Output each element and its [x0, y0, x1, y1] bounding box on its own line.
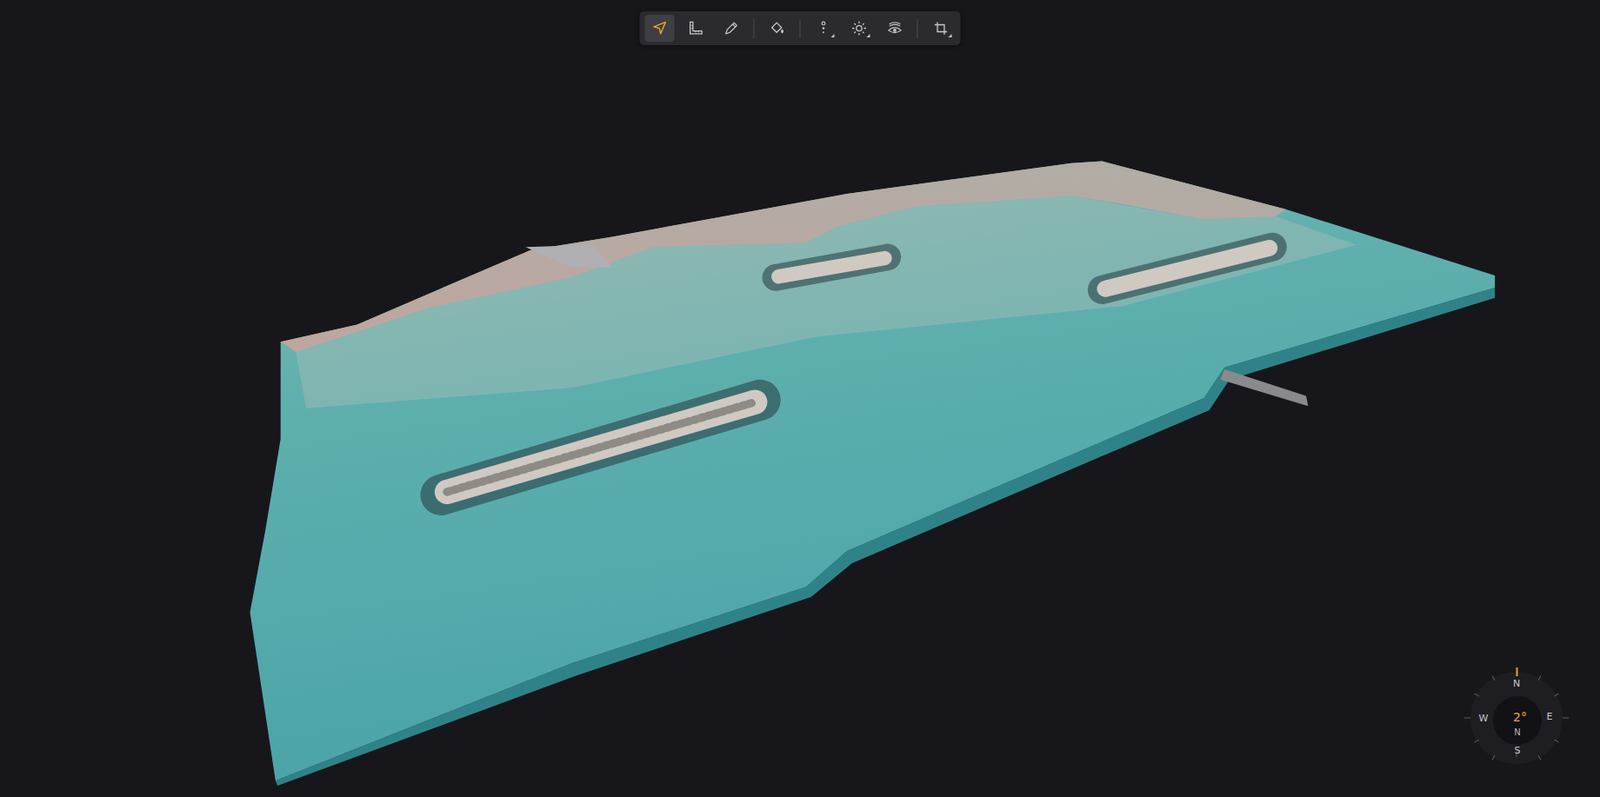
tool-group — [762, 14, 793, 42]
points-icon — [814, 20, 832, 37]
breakwater — [775, 257, 888, 278]
tool-button[interactable] — [926, 14, 956, 42]
pier — [1220, 369, 1308, 407]
tool-button[interactable] — [808, 14, 839, 42]
compass-north-label: N — [1513, 679, 1520, 690]
breakwater — [440, 400, 760, 495]
layers-icon — [886, 20, 903, 37]
tool-button[interactable] — [880, 14, 910, 42]
compass-east-label: E — [1546, 712, 1554, 723]
tool-button[interactable] — [680, 14, 711, 42]
measure-icon — [686, 20, 704, 37]
toolbar — [640, 11, 961, 46]
compass-heading-ref: N — [1513, 727, 1520, 738]
compass-heading: 2° — [1513, 710, 1527, 725]
water-surface — [250, 161, 1496, 782]
compass[interactable]: N E S W 2° N — [1460, 661, 1574, 775]
3d-viewport[interactable]: N E S W 2° N — [0, 0, 1600, 797]
toolbar-divider — [800, 19, 801, 39]
compass-south-label: S — [1514, 746, 1521, 757]
tool-group — [926, 14, 956, 42]
navigate-icon — [651, 20, 668, 37]
fill-icon — [768, 20, 786, 37]
pier — [525, 245, 613, 268]
tool-group — [808, 14, 910, 42]
dropdown-icon — [831, 33, 835, 38]
tool-button[interactable] — [645, 14, 675, 42]
compass-west-label: W — [1479, 713, 1489, 725]
light-icon — [850, 20, 867, 37]
tool-button[interactable] — [844, 14, 874, 42]
dropdown-icon — [948, 33, 953, 38]
toolbar-divider — [917, 19, 919, 39]
breakwater — [1101, 246, 1273, 290]
crop-icon — [932, 20, 949, 37]
toolbar-divider — [753, 19, 755, 39]
draw-icon — [722, 20, 740, 37]
dropdown-icon — [866, 33, 871, 38]
tool-button[interactable] — [716, 14, 747, 42]
shallow-water — [295, 195, 1357, 408]
tool-group — [645, 14, 747, 42]
tool-button[interactable] — [762, 14, 793, 42]
point-cloud-scene[interactable] — [0, 0, 1600, 797]
